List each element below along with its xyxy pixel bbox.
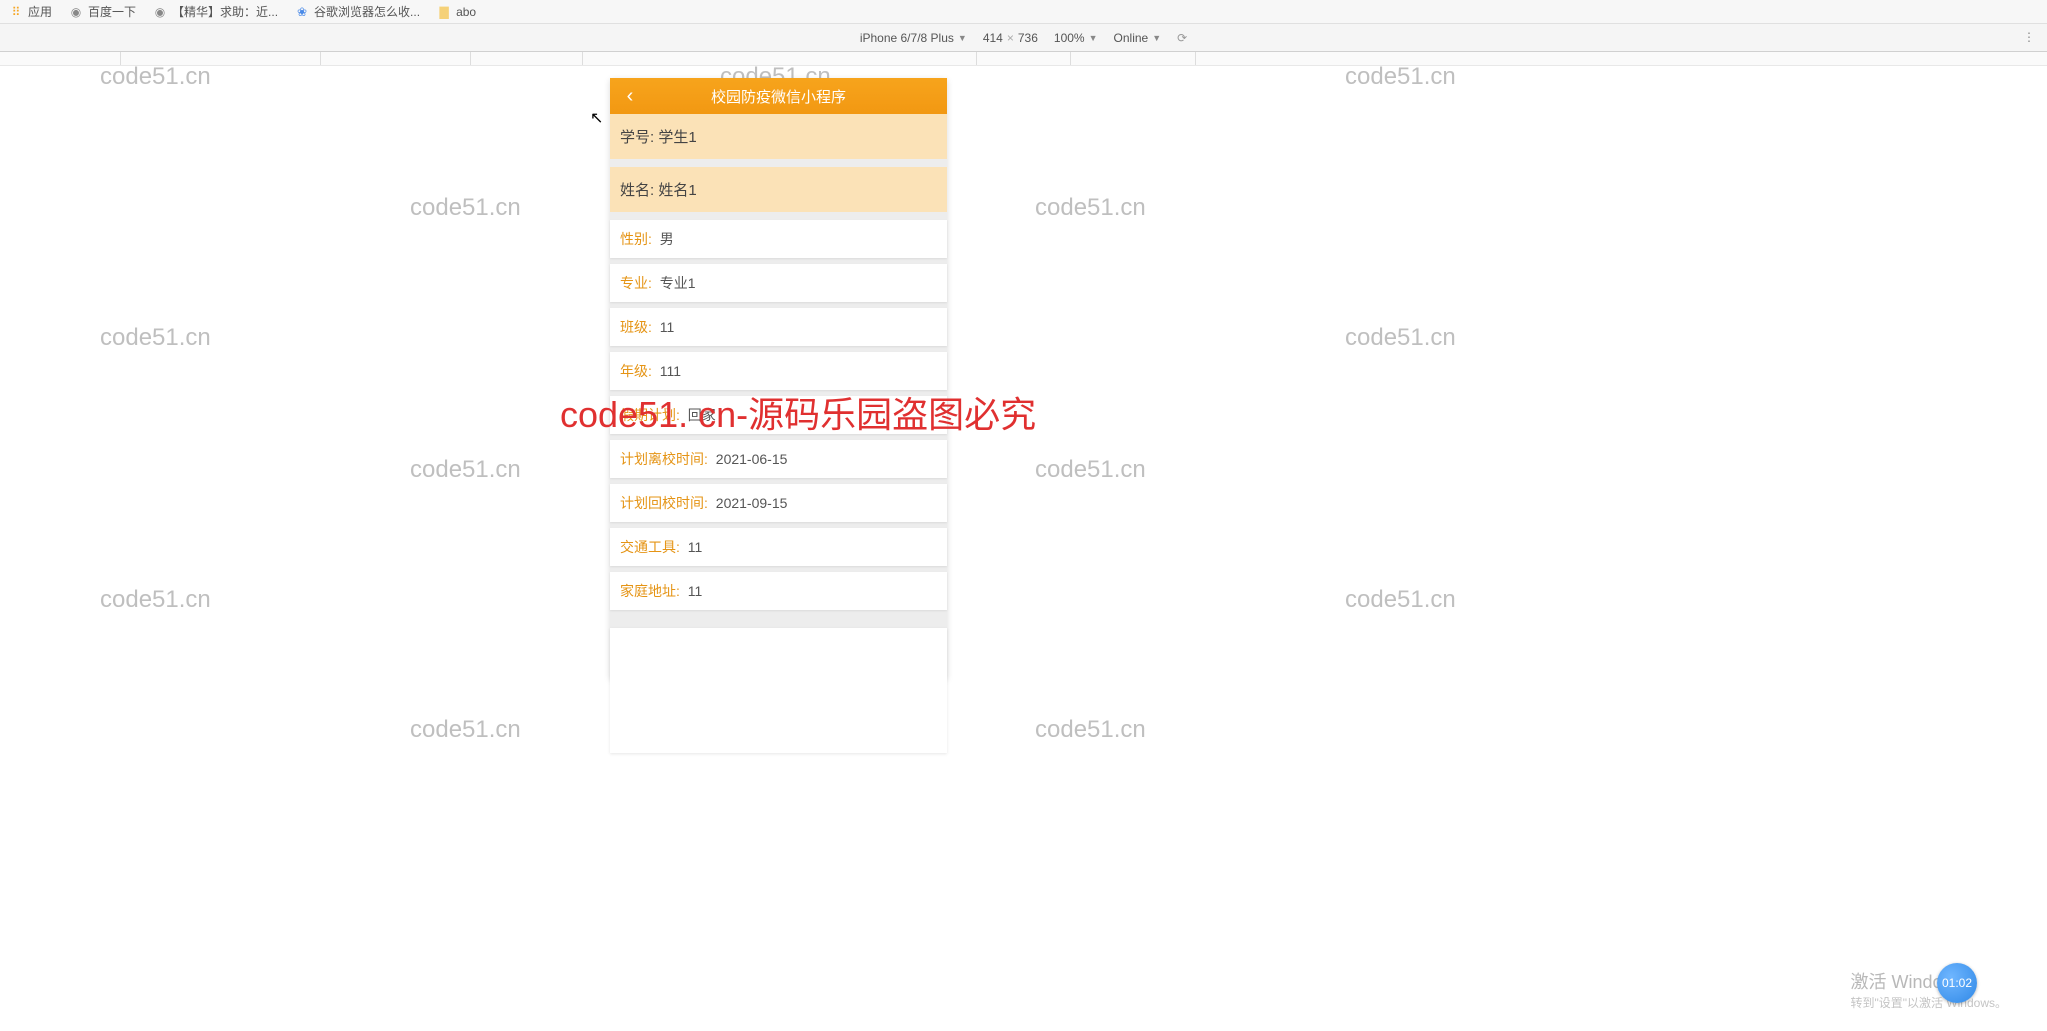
watermark: code51.cn xyxy=(1345,63,1456,91)
bookmark-guge[interactable]: ❀ 谷歌浏览器怎么收... xyxy=(294,3,420,20)
field-value: 11 xyxy=(660,319,675,335)
device-width: 414 xyxy=(983,31,1003,45)
info-row-address[interactable]: 家庭地址: 11 xyxy=(610,572,947,610)
field-label: 假期计划: xyxy=(620,407,680,423)
chevron-left-icon: ‹ xyxy=(627,85,634,107)
rotate-icon[interactable]: ⟳ xyxy=(1177,31,1187,45)
globe-icon: ◉ xyxy=(152,4,168,20)
field-label: 交通工具: xyxy=(620,539,680,555)
field-value: 11 xyxy=(688,539,703,555)
activation-line1: 激活 Windows xyxy=(1850,968,2007,994)
field-label: 计划回校时间: xyxy=(620,495,708,511)
student-name-row: 姓名: 姓名1 xyxy=(610,167,947,212)
video-time-badge[interactable]: 01:02 xyxy=(1937,963,1977,1003)
info-row-leave-date[interactable]: 计划离校时间: 2021-06-15 xyxy=(610,440,947,478)
student-id-row: 学号: 学生1 xyxy=(610,114,947,159)
bookmark-label: 应用 xyxy=(28,3,52,20)
student-id-value: 学生1 xyxy=(658,129,696,146)
field-value: 男 xyxy=(660,231,674,247)
field-value: 专业1 xyxy=(660,275,696,291)
activation-line2: 转到"设置"以激活 Windows。 xyxy=(1850,994,2007,1011)
bookmark-label: 【精华】求助：近... xyxy=(172,3,278,20)
watermark: code51.cn xyxy=(410,456,521,484)
cursor-icon: ↖ xyxy=(590,108,603,128)
bookmark-label: 百度一下 xyxy=(88,3,136,20)
chevron-down-icon: ▼ xyxy=(1089,33,1098,43)
info-row-holiday-plan[interactable]: 假期计划: 回家 xyxy=(610,396,947,434)
field-label: 年级: xyxy=(620,363,652,379)
watermark: code51.cn xyxy=(100,324,211,352)
info-row-class[interactable]: 班级: 11 xyxy=(610,308,947,346)
field-label: 专业: xyxy=(620,275,652,291)
field-value: 111 xyxy=(660,363,681,379)
watermark: code51.cn xyxy=(100,63,211,91)
app-title: 校园防疫微信小程序 xyxy=(610,86,947,107)
info-row-gender[interactable]: 性别: 男 xyxy=(610,220,947,258)
bookmarks-bar: ⠿ 应用 ◉ 百度一下 ◉ 【精华】求助：近... ❀ 谷歌浏览器怎么收... … xyxy=(0,0,2047,24)
field-value: 2021-06-15 xyxy=(716,451,788,467)
student-id-label: 学号: xyxy=(620,129,654,146)
bookmark-jinghua[interactable]: ◉ 【精华】求助：近... xyxy=(152,3,278,20)
bookmark-abo[interactable]: ▇ abo xyxy=(436,4,476,20)
globe-icon: ◉ xyxy=(68,4,84,20)
field-value: 11 xyxy=(688,583,703,599)
watermark: code51.cn xyxy=(1345,586,1456,614)
dimensions-separator: × xyxy=(1007,31,1014,45)
info-row-return-date[interactable]: 计划回校时间: 2021-09-15 xyxy=(610,484,947,522)
field-value: 回家 xyxy=(688,407,716,423)
paw-icon: ❀ xyxy=(294,4,310,20)
watermark: code51.cn xyxy=(1345,324,1456,352)
watermark: code51.cn xyxy=(410,194,521,222)
info-row-transport[interactable]: 交通工具: 11 xyxy=(610,528,947,566)
devtools-toolbar: iPhone 6/7/8 Plus ▼ 414 × 736 100% ▼ Onl… xyxy=(0,24,2047,52)
student-name-label: 姓名: xyxy=(620,182,654,199)
device-height: 736 xyxy=(1018,31,1038,45)
zoom-value: 100% xyxy=(1054,31,1085,45)
chevron-down-icon: ▼ xyxy=(958,33,967,43)
watermark: code51.cn xyxy=(1035,716,1146,744)
field-value: 2021-09-15 xyxy=(716,495,788,511)
windows-activation-notice: 激活 Windows 转到"设置"以激活 Windows。 xyxy=(1850,968,2007,1011)
watermark: code51.cn xyxy=(1035,456,1146,484)
canvas-area: code51.cn code51.cn code51.cn code51.cn … xyxy=(0,66,2047,1031)
device-name: iPhone 6/7/8 Plus xyxy=(860,31,954,45)
watermark: code51.cn xyxy=(100,586,211,614)
network-selector[interactable]: Online ▼ xyxy=(1114,31,1162,45)
bookmark-apps[interactable]: ⠿ 应用 xyxy=(8,3,52,20)
back-button[interactable]: ‹ xyxy=(610,79,650,113)
app-header: ‹ 校园防疫微信小程序 xyxy=(610,78,947,114)
device-selector[interactable]: iPhone 6/7/8 Plus ▼ xyxy=(860,31,967,45)
folder-icon: ▇ xyxy=(436,4,452,20)
network-value: Online xyxy=(1114,31,1149,45)
zoom-selector[interactable]: 100% ▼ xyxy=(1054,31,1098,45)
chevron-down-icon: ▼ xyxy=(1152,33,1161,43)
field-label: 班级: xyxy=(620,319,652,335)
mobile-device-frame: ‹ 校园防疫微信小程序 学号: 学生1 姓名: 姓名1 性别: 男 专业: 专业… xyxy=(610,78,947,678)
bookmark-label: 谷歌浏览器怎么收... xyxy=(314,3,420,20)
field-label: 家庭地址: xyxy=(620,583,680,599)
device-dimensions[interactable]: 414 × 736 xyxy=(983,31,1038,45)
watermark: code51.cn xyxy=(1035,194,1146,222)
student-name-value: 姓名1 xyxy=(658,182,696,199)
bookmark-label: abo xyxy=(456,5,476,19)
field-label: 计划离校时间: xyxy=(620,451,708,467)
field-label: 性别: xyxy=(620,231,652,247)
info-list: 性别: 男 专业: 专业1 班级: 11 年级: 111 假期计划: 回家 计划… xyxy=(610,220,947,610)
extra-block xyxy=(610,628,947,753)
ruler xyxy=(0,52,2047,66)
info-row-grade[interactable]: 年级: 111 xyxy=(610,352,947,390)
bookmark-baidu[interactable]: ◉ 百度一下 xyxy=(68,3,136,20)
more-menu-icon[interactable]: ⋮ xyxy=(2023,30,2035,44)
watermark: code51.cn xyxy=(410,716,521,744)
apps-icon: ⠿ xyxy=(8,4,24,20)
time-value: 01:02 xyxy=(1942,976,1972,990)
info-row-major[interactable]: 专业: 专业1 xyxy=(610,264,947,302)
